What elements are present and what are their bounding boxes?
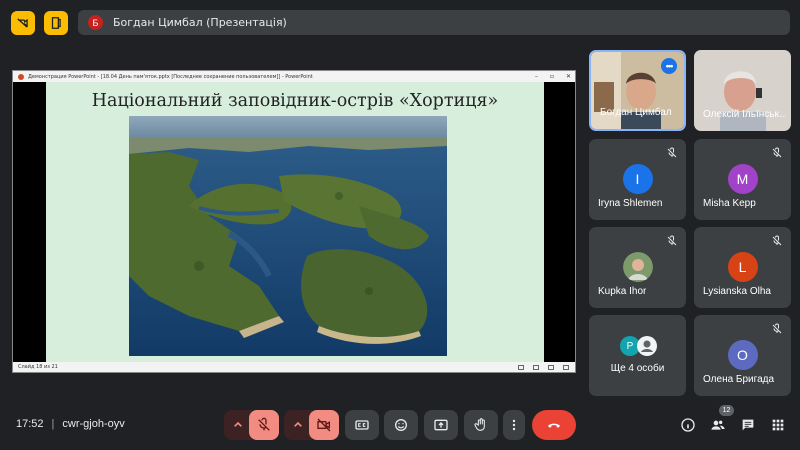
- participant-name: Олексій Ільїнськ…: [703, 109, 785, 120]
- avatar-group: P: [620, 336, 660, 356]
- participant-tile-6[interactable]: L Lysianska Olha: [694, 227, 791, 308]
- separator: |: [51, 418, 55, 430]
- hide-self-view-button[interactable]: [11, 11, 35, 35]
- toggle-mic-button[interactable]: [249, 410, 279, 440]
- clock: 17:52: [16, 418, 44, 430]
- ppt-window-title: Демонстрация PowerPoint - [18.04 День па…: [28, 73, 313, 80]
- chat-icon: [742, 419, 754, 431]
- camera-off-icon: [317, 418, 331, 432]
- chat-button[interactable]: [740, 417, 756, 433]
- participant-name: Misha Kepp: [703, 198, 756, 209]
- leave-call-button[interactable]: [532, 410, 576, 440]
- avatar: I: [622, 164, 653, 194]
- more-participants-tile[interactable]: P Ще 4 особи: [589, 315, 686, 396]
- participant-tile-1[interactable]: ••• Богдан Цимбал: [589, 50, 686, 131]
- more-vert-icon: [512, 419, 516, 431]
- hang-up-icon: [548, 423, 560, 428]
- chevron-up-icon: [294, 421, 302, 427]
- participant-count-badge: 12: [719, 405, 734, 416]
- window-controls: – ▫ ✕: [534, 73, 571, 80]
- emoji-icon: [395, 419, 407, 431]
- activities-button[interactable]: [770, 417, 786, 433]
- exit-fullscreen-button[interactable]: [44, 11, 68, 35]
- ppt-titlebar: Демонстрация PowerPoint - [18.04 День па…: [13, 71, 575, 82]
- door-exit-icon: [51, 17, 61, 29]
- meeting-info: 17:52 | cwr-gjoh-oyv: [16, 418, 125, 430]
- presenter-label: Богдан Цимбал (Презентація): [113, 16, 287, 29]
- mic-off-icon: [667, 147, 677, 158]
- participant-tile-3[interactable]: I Iryna Shlemen: [589, 139, 686, 220]
- people-button[interactable]: [710, 417, 726, 433]
- participant-name: Iryna Shlemen: [598, 198, 663, 209]
- video-options-button[interactable]: [284, 410, 312, 440]
- more-options-icon[interactable]: •••: [661, 58, 677, 74]
- closed-captions-icon: [355, 420, 369, 430]
- avatar: O: [727, 340, 758, 370]
- avatar: L: [727, 252, 758, 282]
- presenter-avatar: Б: [88, 15, 103, 30]
- ppt-statusbar: Слайд 18 из 21: [13, 362, 575, 372]
- present-button[interactable]: [424, 410, 458, 440]
- more-options-button[interactable]: [503, 410, 525, 440]
- slide: Національний заповідник-острів «Хортиця»: [46, 82, 544, 362]
- raise-hand-button[interactable]: [464, 410, 498, 440]
- participant-tile-5[interactable]: Kupka Ihor: [589, 227, 686, 308]
- view-controls: [518, 364, 569, 370]
- participant-tile-2[interactable]: Олексій Ільїнськ…: [694, 50, 791, 131]
- avatar-photo: [622, 252, 653, 282]
- chevron-up-icon: [234, 421, 242, 427]
- audio-options-button[interactable]: [224, 410, 252, 440]
- participant-name: Богдан Цимбал: [600, 107, 672, 118]
- participant-name: Kupka Ihor: [598, 286, 647, 297]
- mic-off-icon: [258, 417, 270, 431]
- mic-off-icon: [772, 235, 782, 246]
- mic-off-icon: [667, 235, 677, 246]
- participant-tile-4[interactable]: M Misha Kepp: [694, 139, 791, 220]
- slide-title: Національний заповідник-острів «Хортиця»: [91, 91, 499, 111]
- shared-screen: Демонстрация PowerPoint - [18.04 День па…: [12, 70, 576, 373]
- info-icon: [681, 418, 695, 432]
- avatar: M: [727, 164, 758, 194]
- meeting-code: cwr-gjoh-oyv: [62, 418, 125, 430]
- participant-tile-8[interactable]: O Олена Бригада: [694, 315, 791, 396]
- user-icon: [637, 336, 657, 356]
- mic-off-icon: [772, 323, 782, 334]
- presenter-banner: Б Богдан Цимбал (Презентація): [78, 10, 790, 35]
- more-participants-label: Ще 4 особи: [610, 363, 665, 374]
- slide-counter: Слайд 18 из 21: [18, 364, 58, 370]
- meeting-details-button[interactable]: [680, 417, 696, 433]
- video-off-icon: [17, 18, 28, 28]
- hand-icon: [474, 418, 485, 431]
- present-screen-icon: [434, 419, 448, 431]
- reactions-button[interactable]: [384, 410, 418, 440]
- powerpoint-icon: [18, 73, 24, 80]
- participant-name: Олена Бригада: [703, 374, 775, 385]
- khortytsia-aerial-photo: [129, 116, 447, 356]
- people-icon: [711, 420, 725, 430]
- toggle-camera-button[interactable]: [309, 410, 339, 440]
- apps-grid-icon: [772, 419, 784, 431]
- mic-off-icon: [772, 147, 782, 158]
- captions-button[interactable]: [345, 410, 379, 440]
- participant-name: Lysianska Olha: [703, 286, 771, 297]
